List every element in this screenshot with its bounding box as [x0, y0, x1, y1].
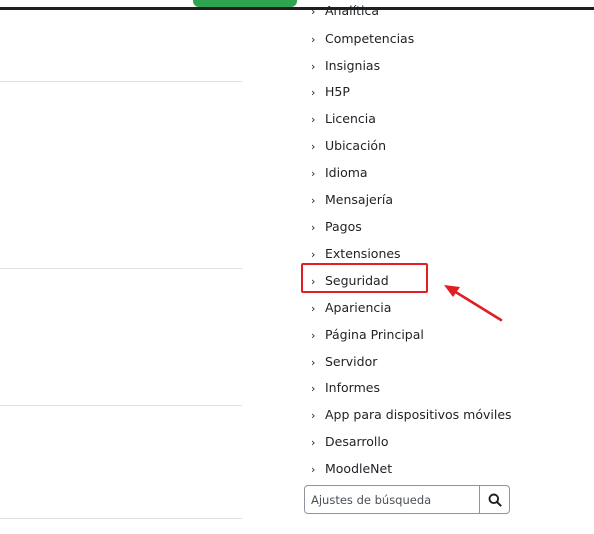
tree-item-informes[interactable]: › Informes — [311, 378, 380, 398]
tree-item-pagos[interactable]: › Pagos — [311, 217, 362, 237]
tree-item-label: Servidor — [325, 354, 378, 369]
tree-item-mensajeria[interactable]: › Mensajería — [311, 190, 393, 210]
content-divider-4 — [0, 518, 242, 519]
chevron-right-icon: › — [311, 33, 316, 46]
chevron-right-icon: › — [311, 5, 316, 18]
tree-item-app-moviles[interactable]: › App para dispositivos móviles — [311, 405, 512, 425]
tree-item-label: Informes — [325, 380, 380, 395]
tree-item-idioma[interactable]: › Idioma — [311, 163, 368, 183]
chevron-right-icon: › — [311, 463, 316, 476]
chevron-right-icon: › — [311, 140, 316, 153]
tree-item-label: Apariencia — [325, 300, 392, 315]
admin-settings-page: › Analítica › Competencias › Insignias › H5P… — [0, 0, 594, 534]
chevron-right-icon: › — [311, 167, 316, 180]
top-border-line — [0, 7, 594, 10]
tree-item-insignias[interactable]: › Insignias — [311, 56, 380, 76]
top-green-button[interactable] — [193, 0, 297, 7]
tree-item-h5p[interactable]: › H5P — [311, 82, 350, 102]
tree-item-label: Extensiones — [325, 246, 401, 261]
search-button[interactable] — [480, 485, 510, 514]
content-divider-2 — [0, 268, 242, 269]
chevron-right-icon: › — [311, 248, 316, 261]
tree-item-label: Mensajería — [325, 192, 394, 207]
settings-search-form — [304, 485, 510, 514]
annotation-arrow-icon — [444, 285, 503, 322]
tree-item-label: App para dispositivos móviles — [325, 407, 512, 422]
content-divider-3 — [0, 405, 242, 406]
tree-item-licencia[interactable]: › Licencia — [311, 109, 376, 129]
chevron-right-icon: › — [311, 86, 316, 99]
chevron-right-icon: › — [311, 60, 316, 73]
tree-item-apariencia[interactable]: › Apariencia — [311, 298, 391, 318]
chevron-right-icon: › — [311, 409, 316, 422]
chevron-right-icon: › — [311, 302, 316, 315]
tree-item-label: H5P — [325, 84, 350, 99]
tree-item-competencias[interactable]: › Competencias — [311, 29, 414, 49]
tree-item-label: Desarrollo — [325, 434, 389, 449]
chevron-right-icon: › — [311, 436, 316, 449]
tree-item-servidor[interactable]: › Servidor — [311, 352, 377, 372]
settings-search-input[interactable] — [304, 485, 480, 514]
tree-item-desarrollo[interactable]: › Desarrollo — [311, 432, 389, 452]
tree-item-label: Ubicación — [325, 138, 387, 153]
chevron-right-icon: › — [311, 221, 316, 234]
tree-item-ubicacion[interactable]: › Ubicación — [311, 136, 386, 156]
chevron-right-icon: › — [311, 329, 316, 342]
chevron-right-icon: › — [311, 194, 316, 207]
tree-item-pagina-principal[interactable]: › Página Principal — [311, 325, 424, 345]
tree-item-label: Insignias — [325, 58, 381, 73]
tree-item-extensiones[interactable]: › Extensiones — [311, 244, 401, 264]
seguridad-highlight-box — [301, 263, 428, 293]
chevron-right-icon: › — [311, 113, 316, 126]
tree-item-label: Idioma — [325, 165, 368, 180]
tree-item-label: Página Principal — [325, 327, 424, 342]
tree-item-moodlenet[interactable]: › MoodleNet — [311, 459, 392, 479]
chevron-right-icon: › — [311, 382, 316, 395]
chevron-right-icon: › — [311, 356, 316, 369]
tree-item-label: MoodleNet — [325, 461, 393, 476]
tree-item-label: Licencia — [325, 111, 376, 126]
tree-item-analitica[interactable]: › Analítica — [311, 1, 379, 21]
content-divider-1 — [0, 81, 242, 82]
search-icon — [488, 493, 502, 507]
tree-item-label: Analítica — [325, 3, 379, 18]
tree-item-label: Pagos — [325, 219, 362, 234]
tree-item-label: Competencias — [325, 31, 415, 46]
